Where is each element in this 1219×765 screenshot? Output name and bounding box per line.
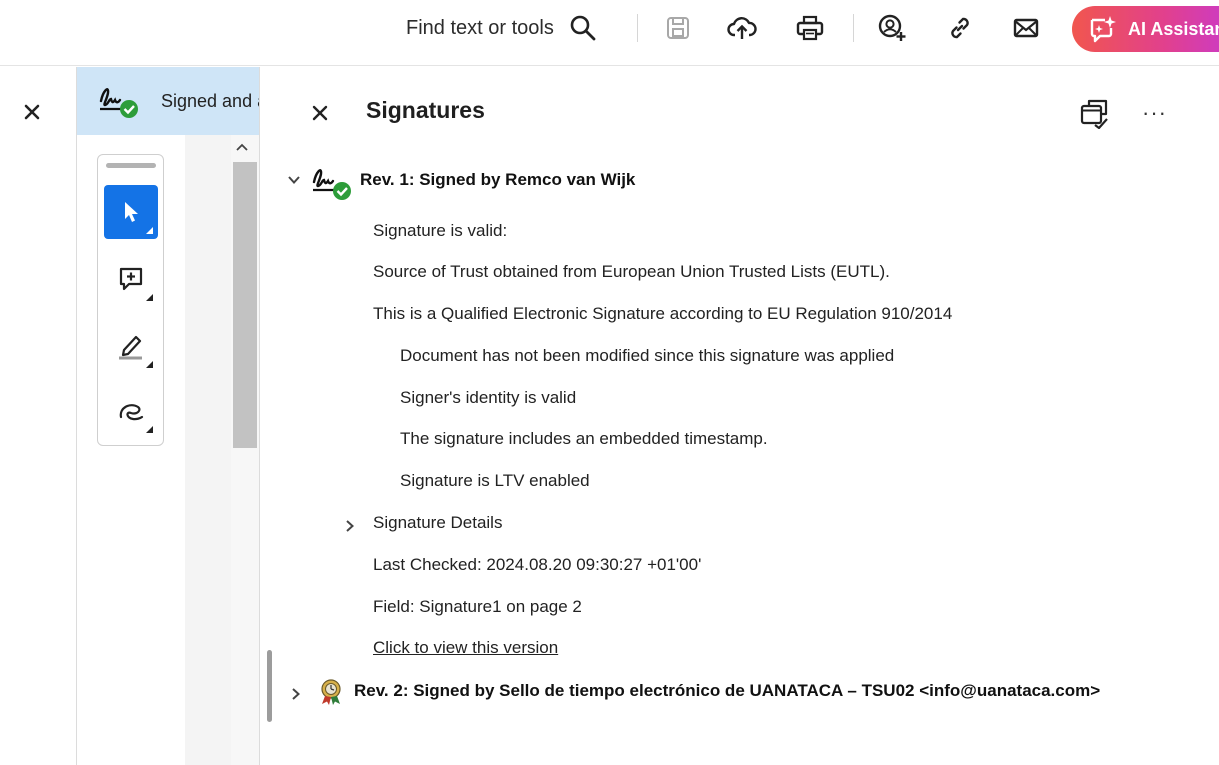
- comment-plus-icon: [119, 267, 143, 291]
- toolbar-separator: [853, 14, 854, 42]
- tool-palette: [97, 154, 164, 446]
- save-button[interactable]: [662, 12, 694, 44]
- signature-details-toggle[interactable]: Signature Details: [373, 513, 502, 533]
- draw-tool-button[interactable]: [104, 384, 158, 438]
- validate-all-signatures-icon[interactable]: [1078, 97, 1112, 129]
- print-button[interactable]: [794, 12, 826, 44]
- cloud-upload-icon: [727, 17, 757, 39]
- upload-cloud-button[interactable]: [726, 12, 758, 44]
- ltv-enabled-line: Signature is LTV enabled: [400, 471, 590, 490]
- last-checked-line: Last Checked: 2024.08.20 09:30:27 +01'00…: [373, 555, 702, 574]
- left-panel-border: [76, 67, 77, 765]
- close-left-panel-icon[interactable]: [22, 102, 42, 122]
- revision-1-title: Rev. 1: Signed by Remco van Wijk: [360, 170, 636, 189]
- signature-status-text: Signed and all signatures are valid: [161, 91, 260, 111]
- thumbnail-area: [185, 135, 231, 765]
- revision-1-header[interactable]: Rev. 1: Signed by Remco van Wijk: [310, 160, 635, 200]
- cursor-arrow-icon: [125, 202, 138, 222]
- revision-2-title: Rev. 2: Signed by Sello de tiempo electr…: [354, 681, 1101, 700]
- tool-options-indicator: [146, 294, 153, 301]
- toolbar-separator: [637, 14, 638, 42]
- ai-assistant-label: AI Assistant: [1128, 18, 1219, 39]
- ai-assistant-button[interactable]: AI Assistant: [1072, 6, 1219, 52]
- add-comment-tool-button[interactable]: [104, 252, 158, 306]
- valid-signature-icon: [312, 169, 351, 200]
- close-signatures-icon[interactable]: [311, 104, 329, 122]
- top-toolbar: Find text or tools AI Assista: [0, 0, 1219, 66]
- save-icon: [667, 17, 689, 39]
- revision-2-header[interactable]: Rev. 2: Signed by Sello de tiempo electr…: [316, 676, 1100, 706]
- select-tool-button[interactable]: [104, 185, 158, 239]
- chevron-up-icon[interactable]: [234, 140, 250, 154]
- tool-options-indicator: [146, 227, 153, 234]
- signer-identity-line: Signer's identity is valid: [400, 388, 577, 407]
- chevron-down-icon[interactable]: [286, 172, 302, 188]
- valid-signature-icon: [99, 88, 138, 118]
- panel-scrollbar[interactable]: [267, 650, 272, 722]
- search-icon: [570, 15, 596, 41]
- mail-icon: [1013, 18, 1039, 38]
- trust-source-line: Source of Trust obtained from European U…: [373, 262, 890, 281]
- chevron-right-icon[interactable]: [342, 518, 358, 534]
- highlight-tool-button[interactable]: [104, 319, 158, 373]
- panel-divider: [259, 67, 260, 765]
- copy-link-button[interactable]: [944, 12, 976, 44]
- chevron-right-icon[interactable]: [288, 686, 304, 702]
- ai-sparkle-chat-icon: [1090, 16, 1116, 43]
- signature-validity-line: Signature is valid:: [373, 221, 508, 240]
- signature-field-line: Field: Signature1 on page 2: [373, 597, 582, 616]
- tool-options-indicator: [146, 361, 153, 368]
- highlighter-pen-icon: [119, 335, 142, 360]
- left-scrollbar-thumb[interactable]: [233, 162, 257, 448]
- timestamp-line: The signature includes an embedded times…: [400, 429, 768, 448]
- signature-status-bar[interactable]: Signed and all signatures are valid: [77, 67, 260, 135]
- view-version-link[interactable]: Click to view this version: [373, 638, 558, 658]
- document-unmodified-line: Document has not been modified since thi…: [400, 346, 895, 365]
- email-button[interactable]: [1010, 12, 1042, 44]
- tool-options-indicator: [146, 426, 153, 433]
- signatures-panel-title: Signatures: [366, 97, 485, 123]
- freehand-lasso-icon: [119, 404, 144, 421]
- printer-icon: [796, 15, 824, 41]
- qualified-signature-line: This is a Qualified Electronic Signature…: [373, 304, 953, 323]
- add-user-icon: [878, 14, 906, 41]
- timestamp-seal-icon: [321, 679, 341, 705]
- find-tools-label: Find text or tools: [406, 16, 554, 39]
- link-icon: [951, 17, 969, 39]
- share-user-button[interactable]: [876, 12, 908, 44]
- palette-drag-handle[interactable]: [106, 163, 156, 168]
- find-tools-search[interactable]: Find text or tools: [406, 15, 598, 41]
- more-options-icon[interactable]: ···: [1142, 100, 1172, 125]
